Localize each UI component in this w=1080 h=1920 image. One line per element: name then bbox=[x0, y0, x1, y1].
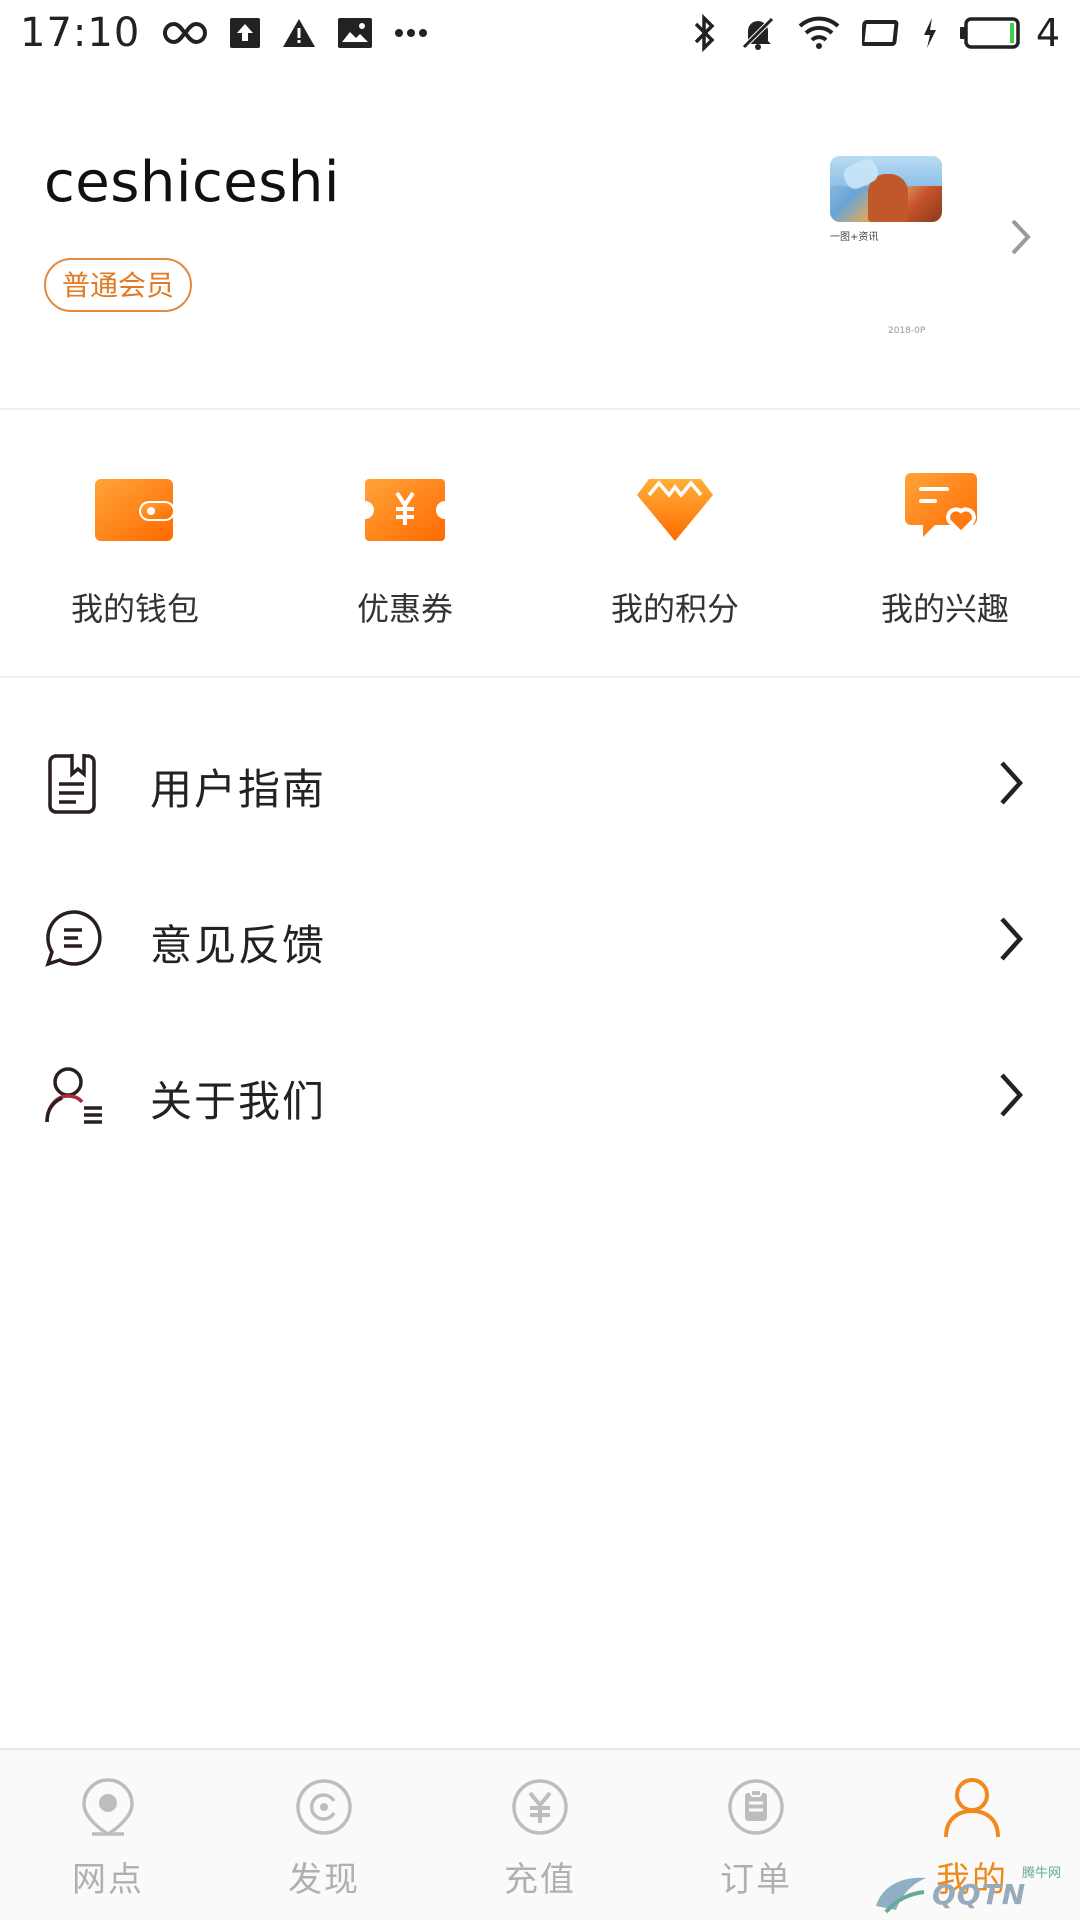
status-time: 17:10 bbox=[20, 10, 141, 56]
menu-item-label: 关于我们 bbox=[150, 1077, 327, 1126]
quick-action-points[interactable]: 我的积分 bbox=[540, 410, 810, 676]
chevron-right-icon[interactable] bbox=[1008, 216, 1034, 262]
wallet-icon bbox=[93, 472, 177, 548]
battery-icon bbox=[959, 17, 1020, 49]
menu-item-label: 用户指南 bbox=[150, 765, 327, 814]
interest-icon bbox=[903, 472, 987, 548]
quick-action-label: 优惠券 bbox=[356, 590, 453, 628]
quick-action-label: 我的钱包 bbox=[70, 590, 199, 628]
divider bbox=[0, 676, 1080, 678]
image-icon bbox=[338, 18, 373, 48]
menu-item-feedback[interactable]: 意见反馈 bbox=[0, 862, 1080, 1018]
watermark-text: QQTN bbox=[932, 1878, 1027, 1911]
chevron-right-icon bbox=[996, 1070, 1026, 1124]
chevron-right-icon bbox=[996, 758, 1026, 812]
tab-recharge[interactable]: 充值 bbox=[432, 1750, 648, 1920]
location-icon bbox=[73, 1772, 143, 1842]
quick-action-coupon[interactable]: 优惠券 bbox=[270, 410, 540, 676]
feedback-icon bbox=[44, 908, 106, 970]
tab-label: 发现 bbox=[288, 1860, 360, 1900]
tab-label: 网点 bbox=[72, 1860, 144, 1900]
quick-action-label: 我的积分 bbox=[610, 590, 739, 628]
tab-outlets[interactable]: 网点 bbox=[0, 1750, 216, 1920]
thumbnail-image bbox=[830, 156, 942, 222]
status-bar: 17:10 4 bbox=[0, 0, 1080, 66]
chevron-right-icon bbox=[996, 914, 1026, 968]
tab-orders[interactable]: 订单 bbox=[648, 1750, 864, 1920]
watermark-sub: 腾牛网 bbox=[1022, 1866, 1062, 1881]
profile-icon bbox=[937, 1772, 1007, 1842]
guide-icon bbox=[44, 752, 106, 814]
menu-item-user-guide[interactable]: 用户指南 bbox=[0, 706, 1080, 862]
thumbnail-date: 2018-0P bbox=[888, 326, 926, 336]
coupon-icon bbox=[363, 472, 447, 548]
upload-icon bbox=[230, 18, 261, 48]
screen-rotate-icon bbox=[861, 18, 900, 48]
member-badge: 普通会员 bbox=[44, 258, 193, 312]
more-icon bbox=[394, 28, 428, 38]
charging-icon bbox=[922, 18, 938, 48]
menu-list: 用户指南 意见反馈 关于我们 bbox=[0, 706, 1080, 1174]
mute-icon bbox=[740, 15, 776, 51]
discover-icon bbox=[289, 1772, 359, 1842]
profile-thumbnail[interactable]: 一图+资讯 2018-0P bbox=[826, 156, 956, 336]
tab-label: 充值 bbox=[504, 1860, 576, 1900]
quick-actions: 我的钱包 优惠券 我的积分 我的兴趣 bbox=[0, 410, 1080, 676]
quick-action-wallet[interactable]: 我的钱包 bbox=[0, 410, 270, 676]
warning-icon bbox=[282, 18, 316, 48]
thumbnail-caption: 一图+资讯 bbox=[830, 232, 879, 243]
order-icon bbox=[721, 1772, 791, 1842]
watermark: QQTN 腾牛网 bbox=[872, 1860, 1072, 1916]
diamond-icon bbox=[633, 472, 717, 548]
quick-action-label: 我的兴趣 bbox=[880, 590, 1009, 628]
wifi-icon bbox=[798, 16, 840, 50]
about-icon bbox=[44, 1064, 106, 1126]
menu-item-label: 意见反馈 bbox=[150, 921, 327, 970]
tab-label: 订单 bbox=[720, 1860, 792, 1900]
infinity-icon bbox=[162, 20, 208, 46]
recharge-icon bbox=[505, 1772, 575, 1842]
battery-level: 4 bbox=[1035, 11, 1060, 55]
tab-discover[interactable]: 发现 bbox=[216, 1750, 432, 1920]
profile-header[interactable]: ceshiceshi 普通会员 一图+资讯 2018-0P bbox=[0, 120, 1080, 410]
menu-item-about-us[interactable]: 关于我们 bbox=[0, 1018, 1080, 1174]
bluetooth-icon bbox=[692, 14, 718, 52]
quick-action-interest[interactable]: 我的兴趣 bbox=[810, 410, 1080, 676]
watermark-logo-icon bbox=[876, 1877, 926, 1914]
username: ceshiceshi bbox=[44, 150, 340, 215]
